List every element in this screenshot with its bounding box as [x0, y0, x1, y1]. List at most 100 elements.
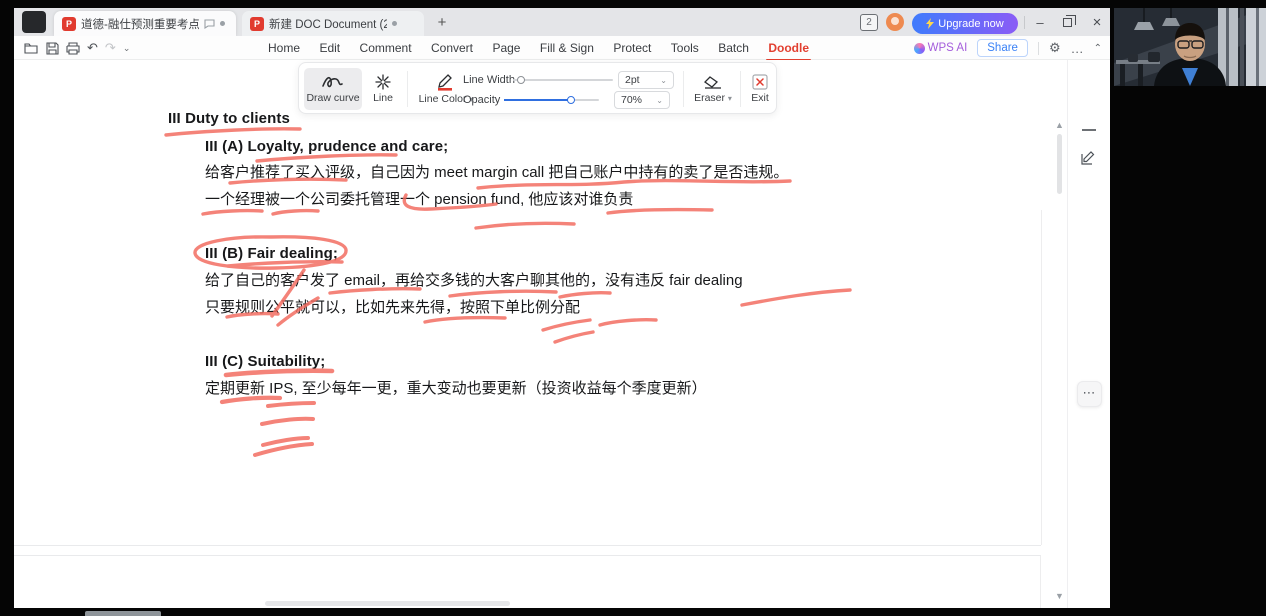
eraser-icon	[703, 75, 723, 90]
wps-ai-button[interactable]: WPS AI	[914, 42, 968, 54]
menu-tools[interactable]: Tools	[669, 38, 701, 58]
menu-items: Home Edit Comment Convert Page Fill & Si…	[266, 36, 811, 60]
tab-document-2[interactable]: P 新建 DOC Document (2).pdf	[242, 11, 424, 36]
opacity-value: 70%	[621, 94, 642, 106]
opacity-slider-thumb[interactable]	[567, 96, 575, 104]
minimize-button[interactable]: –	[1029, 12, 1051, 32]
wps-ai-label: WPS AI	[928, 42, 968, 54]
user-avatar[interactable]	[886, 13, 904, 31]
line-width-slider[interactable]	[513, 79, 613, 81]
restore-icon	[1063, 18, 1072, 27]
wps-app-menu-icon[interactable]	[22, 11, 46, 33]
opacity-slider-fill	[504, 99, 571, 101]
doc-heading-suitability: III (C) Suitability;	[205, 351, 325, 372]
draw-curve-icon	[321, 74, 345, 90]
doc-heading-loyalty: III (A) Loyalty, prudence and care;	[205, 136, 448, 157]
doc-heading-fair-dealing: III (B) Fair dealing;	[205, 243, 338, 264]
doc-body-line: 给了自己的客户发了 email，再给交多钱的大客户聊其他的，没有违反 fair …	[205, 270, 743, 291]
line-width-slider-thumb[interactable]	[517, 76, 525, 84]
scroll-up-arrow[interactable]: ▲	[1055, 120, 1064, 130]
quick-access-dropdown-icon[interactable]: ⌄	[123, 43, 131, 54]
exit-label: Exit	[751, 92, 769, 104]
toolbar-separator	[683, 71, 684, 107]
exit-doodle-button[interactable]: Exit	[745, 68, 775, 110]
comment-bubble-icon	[204, 19, 215, 29]
exit-icon	[752, 74, 768, 90]
vertical-scrollbar-thumb[interactable]	[1057, 134, 1062, 194]
pdf-file-icon: P	[250, 17, 264, 31]
doc-body-line: 只要规则公平就可以，比如先来先得，按照下单比例分配	[205, 297, 580, 318]
doc-body-line: 给客户推荐了买入评级，自己因为 meet margin call 把自己账户中持…	[205, 162, 788, 183]
menu-comment[interactable]: Comment	[358, 38, 414, 58]
doc-body-line: 定期更新 IPS, 至少每年一更，重大变动也要更新（投资收益每个季度更新）	[205, 378, 707, 399]
open-file-icon[interactable]	[24, 42, 39, 55]
line-width-label: Line Width	[463, 74, 515, 86]
line-color-pencil-icon	[436, 74, 456, 91]
upgrade-label: Upgrade now	[938, 18, 1003, 30]
eraser-label: Eraser ▾	[694, 92, 732, 104]
line-button[interactable]: Line	[365, 68, 401, 110]
opacity-slider[interactable]	[504, 99, 599, 101]
chevron-down-icon: ⌄	[656, 96, 663, 105]
tab-1-title: 道德-融仕预测重要考点.pdf(E	[81, 16, 199, 32]
draw-curve-label: Draw curve	[306, 92, 359, 104]
line-tool-icon	[374, 74, 392, 90]
chevron-down-icon: ⌄	[660, 76, 667, 85]
undo-icon[interactable]: ↶	[87, 40, 98, 56]
close-button[interactable]: ×	[1086, 12, 1108, 32]
menu-batch[interactable]: Batch	[716, 38, 751, 58]
menu-protect[interactable]: Protect	[611, 38, 653, 58]
title-bar: P 道德-融仕预测重要考点.pdf(E P 新建 DOC Document (2…	[14, 8, 1110, 36]
upgrade-now-button[interactable]: Upgrade now	[912, 13, 1018, 34]
webcam-video-overlay[interactable]	[1114, 8, 1266, 86]
menu-bar: ↶ ↷ ⌄ Home Edit Comment Convert Page Fil…	[14, 36, 1110, 60]
restore-button[interactable]	[1056, 12, 1078, 32]
pages-indicator[interactable]: 2	[860, 14, 878, 31]
page-bottom-edge	[14, 545, 1041, 546]
save-icon[interactable]	[46, 42, 59, 55]
line-color-text: Line Color	[419, 93, 467, 105]
pdf-file-icon: P	[62, 17, 76, 31]
wps-office-window: P 道德-融仕预测重要考点.pdf(E P 新建 DOC Document (2…	[14, 8, 1110, 608]
menu-fill-sign[interactable]: Fill & Sign	[538, 38, 596, 58]
menu-page[interactable]: Page	[490, 38, 522, 58]
print-icon[interactable]	[66, 42, 80, 55]
new-tab-button[interactable]: +	[432, 13, 452, 33]
horizontal-scrollbar[interactable]	[265, 601, 510, 606]
desktop-screen: P 道德-融仕预测重要考点.pdf(E P 新建 DOC Document (2…	[0, 0, 1266, 616]
redo-icon[interactable]: ↷	[105, 40, 116, 56]
opacity-value-dropdown[interactable]: 70% ⌄	[614, 91, 670, 109]
tab-document-1[interactable]: P 道德-融仕预测重要考点.pdf(E	[54, 11, 236, 36]
taskbar-hint	[85, 611, 161, 616]
doodle-annotations	[14, 60, 1110, 608]
tab-2-title: 新建 DOC Document (2).pdf	[269, 16, 387, 32]
hide-panel-icon[interactable]	[1082, 128, 1096, 131]
menu-edit[interactable]: Edit	[317, 38, 342, 58]
wps-ai-icon	[914, 43, 925, 54]
line-width-value-dropdown[interactable]: 2pt ⌄	[618, 71, 674, 89]
quick-access-toolbar: ↶ ↷ ⌄	[24, 40, 130, 56]
line-label: Line	[373, 92, 393, 104]
more-options-icon[interactable]: …	[1071, 41, 1084, 56]
draw-curve-button[interactable]: Draw curve	[304, 68, 362, 110]
collapse-ribbon-icon[interactable]: ⌃	[1094, 43, 1102, 54]
menu-right-group: WPS AI Share ⚙ … ⌃	[914, 36, 1102, 60]
edit-note-icon[interactable]	[1081, 150, 1096, 165]
tab-1-modified-dot	[220, 21, 225, 26]
menu-doodle[interactable]: Doodle	[766, 38, 811, 58]
titlebar-separator	[1024, 16, 1025, 29]
floating-more-button[interactable]: ⋯	[1077, 381, 1102, 407]
menu-home[interactable]: Home	[266, 38, 302, 58]
document-canvas[interactable]: III Duty to clients III (A) Loyalty, pru…	[14, 60, 1110, 608]
eraser-text: Eraser	[694, 92, 725, 104]
doodle-toolbar: Draw curve Line Line Color ▾ Line Width …	[298, 62, 777, 114]
settings-gear-icon[interactable]: ⚙	[1049, 40, 1061, 56]
share-button[interactable]: Share	[977, 39, 1028, 57]
next-page	[14, 555, 1041, 608]
presenter-video	[1114, 8, 1266, 86]
menu-convert[interactable]: Convert	[429, 38, 475, 58]
line-width-value: 2pt	[625, 74, 640, 86]
page-right-edge	[1041, 210, 1042, 545]
eraser-button[interactable]: Eraser ▾	[689, 68, 737, 110]
scroll-down-arrow[interactable]: ▼	[1055, 591, 1064, 601]
